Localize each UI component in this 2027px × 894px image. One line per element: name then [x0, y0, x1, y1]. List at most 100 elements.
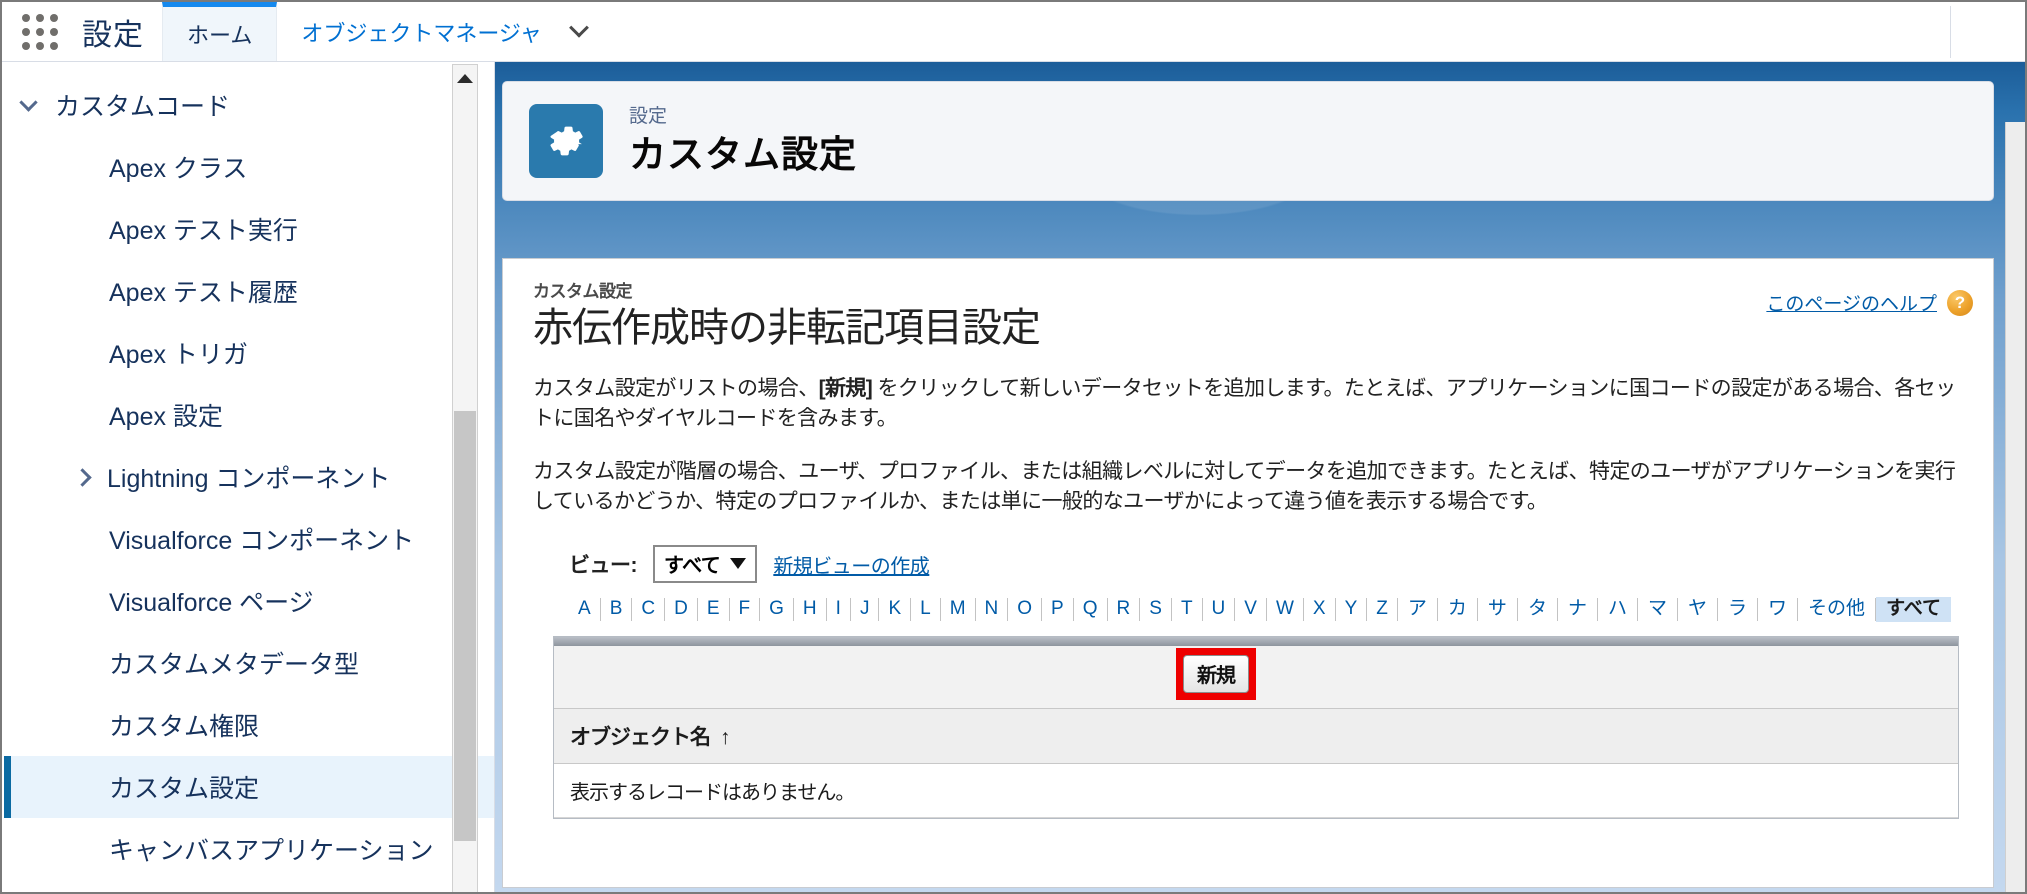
nav-tabs: ホーム オブジェクトマネージャ: [162, 2, 608, 61]
alpha-filter-item[interactable]: Q: [1074, 598, 1108, 622]
alpha-filter-item[interactable]: U: [1203, 598, 1236, 622]
sidebar-item-apex-settings[interactable]: Apex 設定: [4, 384, 494, 446]
alpha-filter-item[interactable]: O: [1008, 598, 1043, 622]
description-paragraph-2: カスタム設定が階層の場合、ユーザ、プロファイル、または組織レベルに対してデータを…: [533, 459, 1956, 513]
alpha-filter-item[interactable]: W: [1267, 598, 1304, 622]
sidebar-item-label: Visualforce コンポーネント: [109, 527, 415, 555]
view-selector-row: ビュー: すべて 新規ビューの作成: [533, 545, 1963, 584]
sort-ascending-icon: ↑: [720, 726, 730, 750]
app-name-label: 設定: [82, 18, 144, 52]
alpha-filter-item[interactable]: ナ: [1558, 598, 1598, 622]
empty-state-message: 表示するレコードはありません。: [554, 763, 1958, 819]
sidebar-item-custom-permissions[interactable]: カスタム権限: [4, 694, 494, 756]
sidebar-item-canvas-app[interactable]: キャンバスアプリケーション: [4, 818, 494, 880]
sidebar-item-custom-settings[interactable]: カスタム設定: [4, 756, 494, 818]
sidebar-item-apex-classes[interactable]: Apex クラス: [4, 136, 494, 198]
sidebar-item-label: カスタム権限: [109, 713, 260, 741]
list-box-topbar: [554, 637, 1958, 647]
help-question-icon: ?: [1947, 289, 1973, 316]
breadcrumb: カスタム設定: [533, 282, 633, 301]
alpha-filter-item[interactable]: T: [1172, 598, 1203, 622]
body-region: カスタムコード Apex クラス Apex テスト実行 Apex テスト履歴 A…: [2, 62, 2025, 892]
tab-object-manager[interactable]: オブジェクトマネージャ: [277, 2, 565, 61]
alpha-filter-item[interactable]: A: [569, 598, 601, 622]
alpha-filter-item[interactable]: G: [760, 598, 794, 622]
alpha-filter-item-other[interactable]: その他: [1798, 598, 1877, 622]
main-panel: 設定 カスタム設定 カスタム設定 赤伝作成時の非転記項目設定 このページのヘルプ…: [495, 62, 2025, 892]
alpha-filter-item[interactable]: K: [879, 598, 912, 622]
tab-overflow-button[interactable]: [566, 2, 608, 61]
alpha-filter-item[interactable]: F: [730, 598, 761, 622]
alpha-filter-item[interactable]: ア: [1398, 598, 1438, 622]
alpha-filter-item[interactable]: C: [632, 598, 666, 622]
sidebar-scrollbar[interactable]: [452, 64, 478, 892]
scroll-up-arrow-icon[interactable]: [453, 65, 477, 91]
tab-home[interactable]: ホーム: [162, 2, 278, 61]
sidebar-item-label: Apex クラス: [109, 155, 248, 183]
sidebar-item-visualforce-components[interactable]: Visualforce コンポーネント: [4, 508, 494, 570]
alpha-filter-item[interactable]: D: [665, 598, 698, 622]
object-list-table: オブジェクト名 ↑ 表示するレコードはありません。: [554, 708, 1958, 819]
table-header-row: オブジェクト名 ↑: [554, 708, 1958, 765]
alpha-filter: A B C D E F G H I J K L M N O P Q R S T …: [533, 597, 1963, 623]
new-button-highlight-box: 新規: [1176, 648, 1256, 701]
sidebar-item-label: カスタムメタデータ型: [109, 651, 360, 679]
alpha-filter-item[interactable]: ラ: [1718, 598, 1759, 622]
view-select-value: すべて: [664, 555, 721, 578]
sidebar-item-custom-metadata-types[interactable]: カスタムメタデータ型: [4, 632, 494, 694]
table-row: 表示するレコードはありません。: [554, 763, 1958, 819]
sidebar-nav-list: カスタムコード Apex クラス Apex テスト実行 Apex テスト履歴 A…: [4, 62, 494, 880]
alpha-filter-item[interactable]: J: [851, 598, 880, 622]
alpha-filter-item[interactable]: カ: [1438, 598, 1478, 622]
alpha-filter-item[interactable]: M: [941, 598, 976, 622]
alpha-filter-item[interactable]: Y: [1336, 598, 1368, 622]
create-new-view-link[interactable]: 新規ビューの作成: [773, 550, 930, 579]
sidebar-item-lightning-components[interactable]: Lightning コンポーネント: [4, 446, 494, 508]
alpha-filter-item-all[interactable]: すべて: [1876, 597, 1951, 623]
alpha-filter-item[interactable]: E: [698, 598, 730, 622]
app-launcher-grid-icon: [22, 13, 58, 50]
alpha-filter-item[interactable]: H: [794, 598, 827, 622]
content-inner: カスタム設定 赤伝作成時の非転記項目設定 このページのヘルプ ? カスタム設定が…: [503, 259, 1993, 820]
sidebar-item-label: Apex テスト実行: [109, 217, 298, 245]
alpha-filter-item[interactable]: マ: [1638, 598, 1678, 622]
alpha-filter-item[interactable]: X: [1304, 598, 1336, 622]
alpha-filter-item[interactable]: ワ: [1758, 598, 1799, 622]
page-scrollbar[interactable]: [2005, 122, 2025, 892]
alpha-filter-item[interactable]: P: [1042, 598, 1074, 622]
help-for-this-page-link[interactable]: このページのヘルプ ?: [1766, 289, 1973, 316]
sidebar-item-label: キャンバスアプリケーション: [109, 837, 434, 865]
column-header-object-name[interactable]: オブジェクト名 ↑: [554, 708, 1958, 765]
sidebar-item-apex-test-execution[interactable]: Apex テスト実行: [4, 198, 494, 260]
sidebar-item-apex-triggers[interactable]: Apex トリガ: [4, 322, 494, 384]
sidebar-scrollbar-thumb[interactable]: [454, 411, 476, 841]
new-button[interactable]: 新規: [1183, 655, 1249, 694]
table-body: 表示するレコードはありません。: [554, 763, 1958, 819]
alpha-filter-item[interactable]: S: [1140, 598, 1172, 622]
sidebar-item-label: Apex トリガ: [109, 341, 248, 369]
sidebar-item-label: Apex テスト履歴: [109, 279, 298, 307]
desc1-bold: [新規]: [818, 376, 873, 400]
app-launcher-button[interactable]: [2, 2, 78, 61]
alpha-filter-item[interactable]: サ: [1478, 598, 1518, 622]
alpha-filter-item[interactable]: B: [601, 598, 633, 622]
sidebar-item-visualforce-pages[interactable]: Visualforce ページ: [4, 570, 494, 632]
sidebar-item-label: Apex 設定: [109, 403, 223, 431]
alpha-filter-item[interactable]: R: [1108, 598, 1141, 622]
alpha-filter-item[interactable]: ハ: [1598, 598, 1638, 622]
chevron-down-icon: [730, 558, 747, 570]
help-link-label: このページのヘルプ: [1766, 294, 1937, 315]
content-sheet: カスタム設定 赤伝作成時の非転記項目設定 このページのヘルプ ? カスタム設定が…: [502, 258, 1994, 888]
alpha-filter-item[interactable]: I: [827, 598, 851, 622]
object-list-box: 新規 オブジェクト名 ↑ 表示するレコードはありません。: [553, 636, 1959, 820]
view-select[interactable]: すべて: [653, 545, 758, 584]
alpha-filter-item[interactable]: Z: [1367, 598, 1398, 622]
alpha-filter-item[interactable]: ヤ: [1678, 598, 1719, 622]
alpha-filter-item[interactable]: N: [976, 598, 1009, 622]
alpha-filter-item[interactable]: V: [1235, 598, 1267, 622]
alpha-filter-item[interactable]: タ: [1518, 598, 1558, 622]
alpha-filter-item[interactable]: L: [911, 598, 941, 622]
sidebar-section-custom-code[interactable]: カスタムコード: [4, 74, 494, 136]
global-header: 設定 ホーム オブジェクトマネージャ: [2, 2, 2025, 62]
sidebar-item-apex-test-history[interactable]: Apex テスト履歴: [4, 260, 494, 322]
